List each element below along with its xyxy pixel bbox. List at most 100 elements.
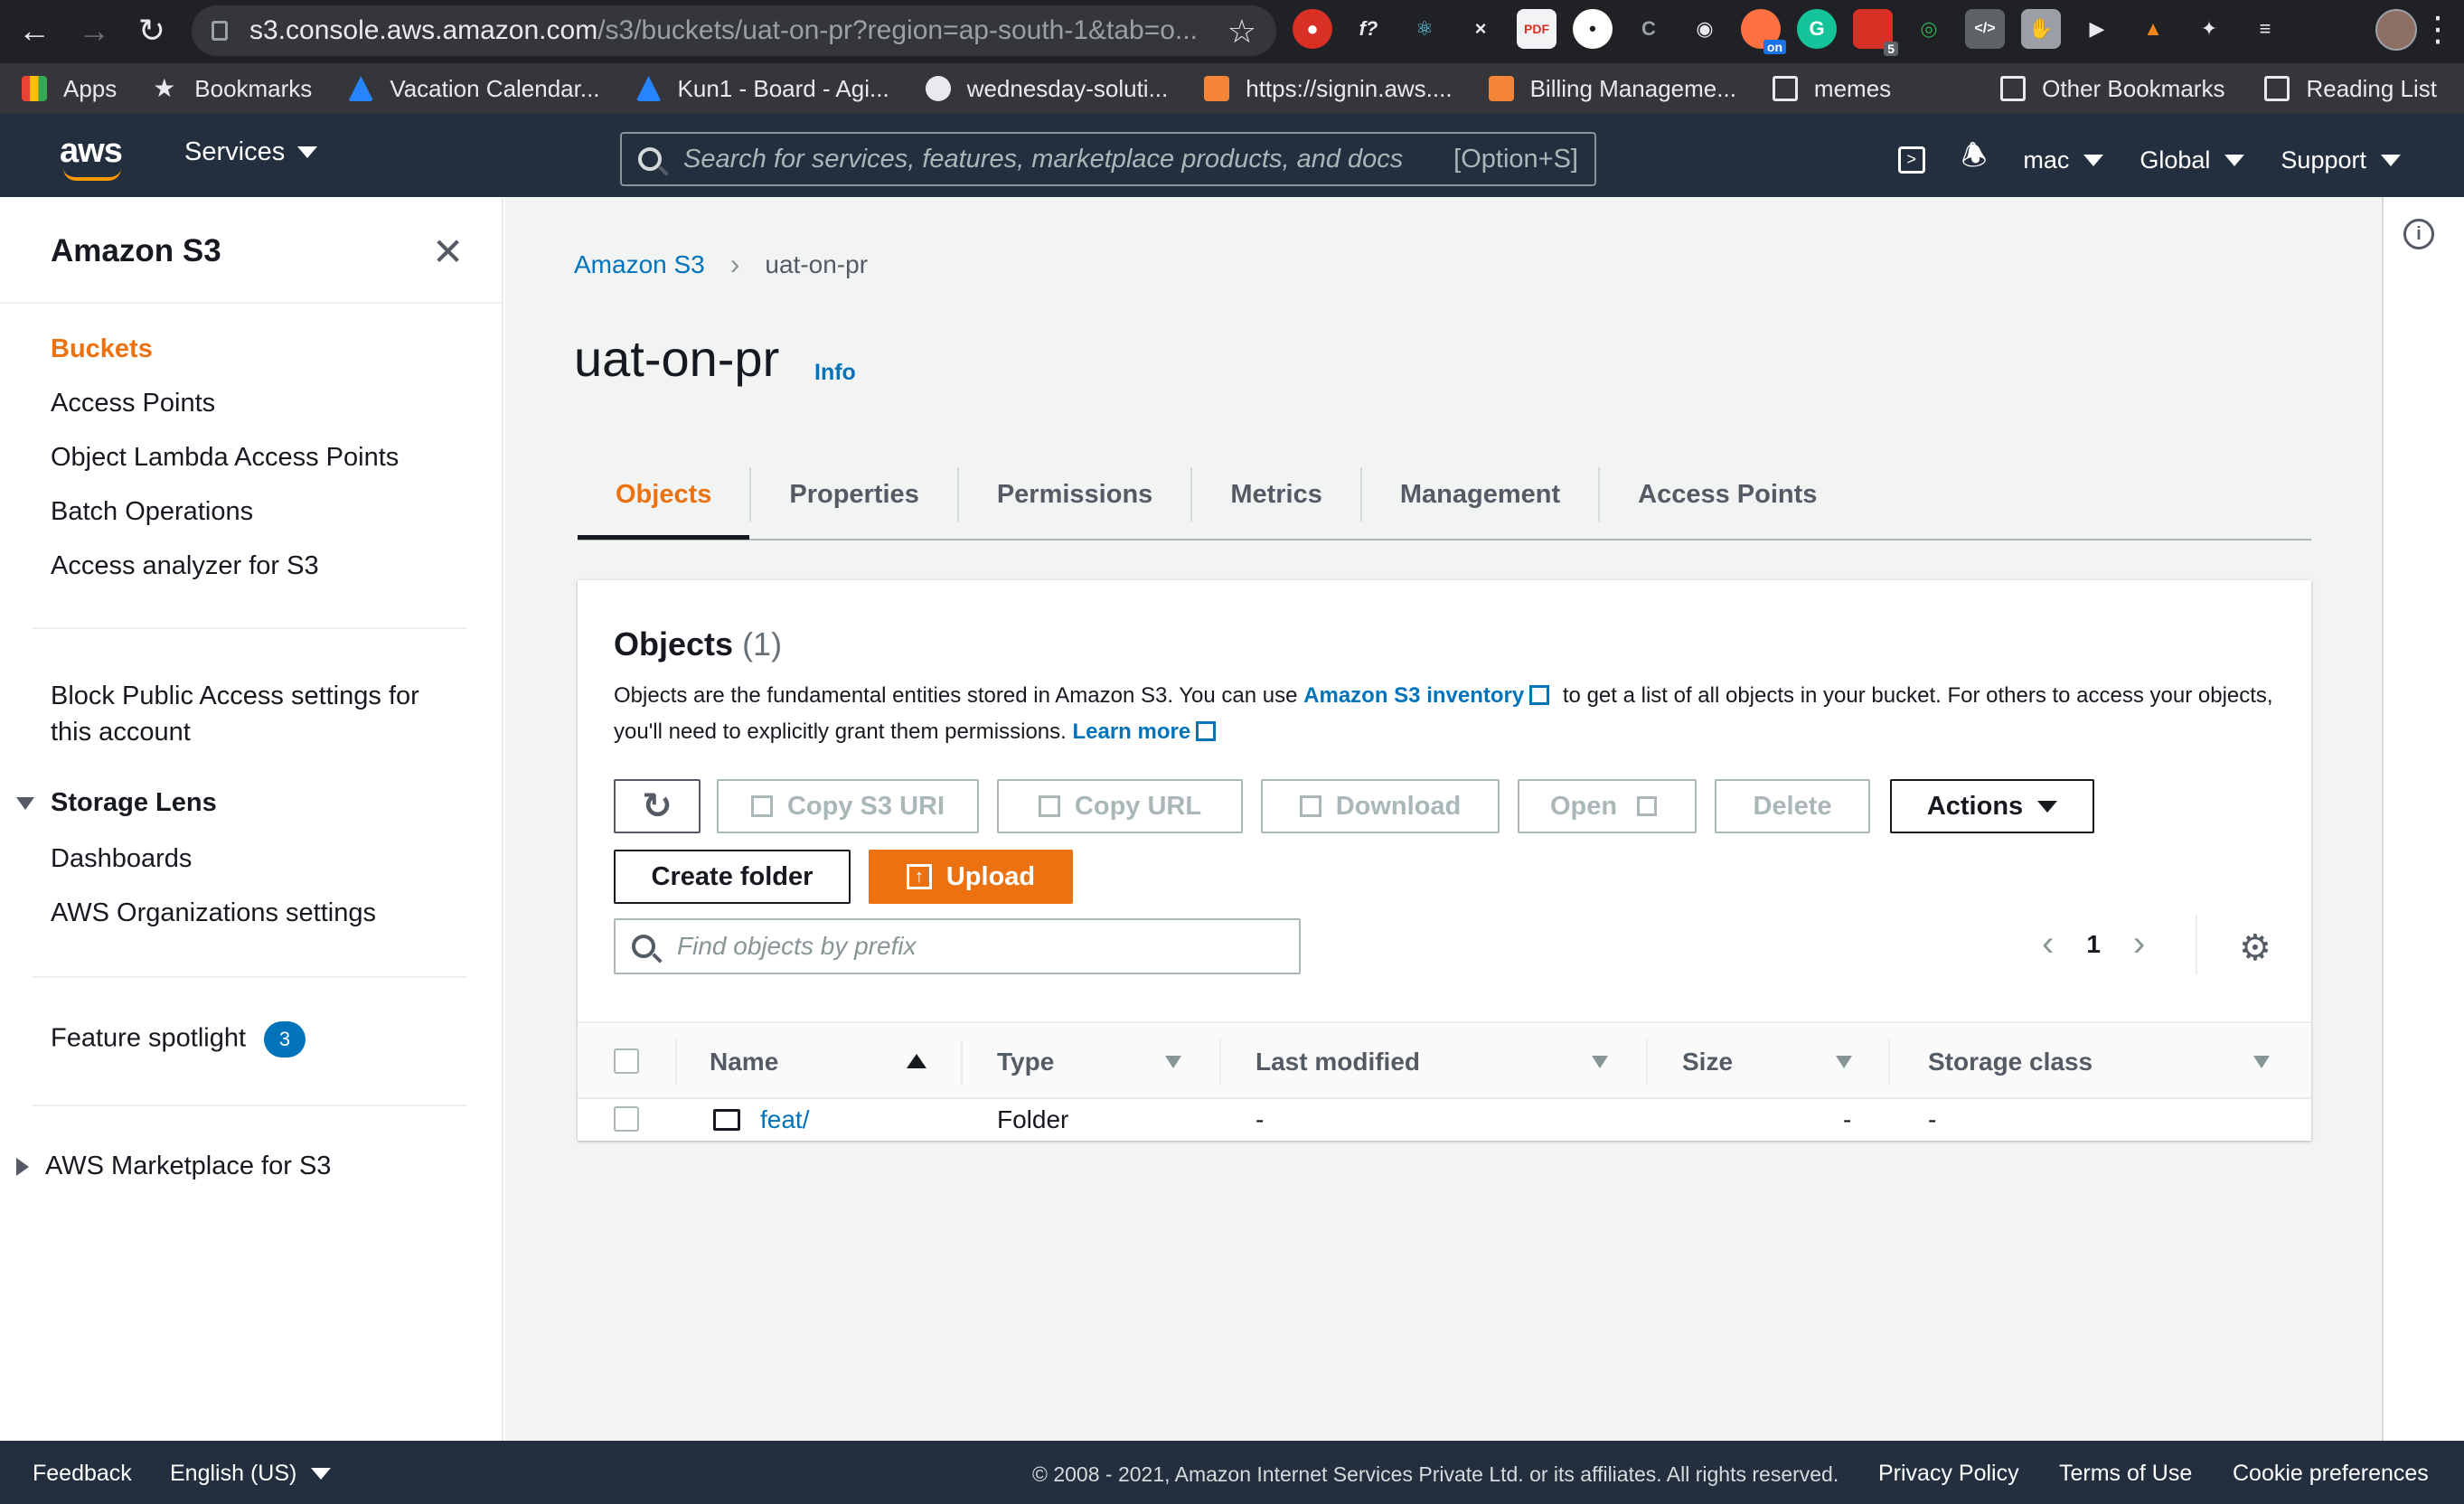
page-number[interactable]: 1 xyxy=(2086,930,2101,959)
bookmark-star-icon[interactable]: ☆ xyxy=(1227,13,1256,51)
sort-icon[interactable] xyxy=(1836,1056,1852,1068)
tab-properties[interactable]: Properties xyxy=(749,467,956,522)
extension-on-icon[interactable]: on xyxy=(1741,9,1786,54)
language-selector[interactable]: English (US) xyxy=(170,1461,332,1487)
copy-url-button[interactable]: Copy URL xyxy=(997,779,1243,833)
sidebar-item-dashboards[interactable]: Dashboards xyxy=(51,844,192,874)
create-folder-button[interactable]: Create folder xyxy=(614,850,851,904)
copy-s3-uri-button[interactable]: Copy S3 URI xyxy=(717,779,979,833)
terms-of-use-link[interactable]: Terms of Use xyxy=(2059,1461,2192,1487)
reload-icon[interactable]: ↻ xyxy=(125,4,179,58)
sidebar-item-block-public-access[interactable]: Block Public Access settings for this ac… xyxy=(51,678,419,750)
bookmark-reading-list[interactable]: Reading List xyxy=(2264,75,2437,103)
privacy-policy-link[interactable]: Privacy Policy xyxy=(1878,1461,2019,1487)
column-storage-class[interactable]: Storage class xyxy=(1928,1023,2093,1101)
extension-code-icon[interactable]: </> xyxy=(1965,9,2005,49)
tab-management[interactable]: Management xyxy=(1359,467,1598,522)
column-size[interactable]: Size xyxy=(1682,1023,1733,1101)
extension-formula-icon[interactable]: f? xyxy=(1349,9,1388,49)
notifications-bell-icon[interactable]: 🕭 xyxy=(1961,136,1988,184)
info-link[interactable]: Info xyxy=(814,360,856,386)
back-icon[interactable]: ← xyxy=(7,4,61,58)
address-bar[interactable]: s3.console.aws.amazon.com/s3/buckets/uat… xyxy=(192,5,1276,56)
extension-metamask-icon[interactable]: ▲ xyxy=(2133,9,2173,49)
sort-ascending-icon[interactable] xyxy=(907,1054,926,1068)
info-icon[interactable]: i xyxy=(2403,219,2434,249)
download-button[interactable]: Download xyxy=(1261,779,1500,833)
chevron-right-icon[interactable]: › xyxy=(2133,924,2145,964)
extension-grammarly-icon[interactable]: G xyxy=(1797,9,1837,49)
table-row[interactable]: feat/ Folder - - - xyxy=(578,1099,2311,1141)
bookmark-memes[interactable]: memes xyxy=(1772,75,1891,103)
extension-pdf-icon[interactable]: PDF xyxy=(1517,9,1556,49)
sidebar-section-marketplace[interactable]: AWS Marketplace for S3 xyxy=(16,1152,331,1181)
extension-c-icon[interactable]: C xyxy=(1629,9,1669,49)
extension-react-icon[interactable]: ⚛ xyxy=(1405,9,1444,49)
open-button[interactable]: Open xyxy=(1518,779,1697,833)
browser-menu-icon[interactable]: ⋮ xyxy=(2421,7,2455,52)
column-name[interactable]: Name xyxy=(710,1023,778,1101)
upload-button[interactable]: ↑ Upload xyxy=(869,850,1073,904)
aws-logo[interactable]: aws xyxy=(60,132,123,171)
breadcrumb-amazon-s3[interactable]: Amazon S3 xyxy=(574,250,705,279)
close-icon[interactable]: ✕ xyxy=(432,230,464,274)
account-menu[interactable]: mac xyxy=(2023,146,2104,174)
services-menu[interactable]: Services xyxy=(184,137,318,167)
sidebar-item-batch-operations[interactable]: Batch Operations xyxy=(51,497,253,527)
tab-permissions[interactable]: Permissions xyxy=(956,467,1190,522)
forward-icon[interactable]: → xyxy=(67,4,121,58)
extension-incognito-icon[interactable]: ◉ xyxy=(1685,9,1725,49)
gear-icon[interactable]: ⚙ xyxy=(2239,927,2271,969)
extensions-puzzle-icon[interactable]: ✦ xyxy=(2189,9,2229,49)
tab-metrics[interactable]: Metrics xyxy=(1190,467,1360,522)
cloudshell-icon[interactable]: > xyxy=(1897,146,1925,174)
extension-x-icon[interactable]: × xyxy=(1461,9,1500,49)
extension-target-icon[interactable]: ◎ xyxy=(1909,9,1949,49)
extension-red-icon[interactable]: ● xyxy=(1293,9,1332,49)
feedback-link[interactable]: Feedback xyxy=(33,1461,132,1487)
region-menu[interactable]: Global xyxy=(2140,146,2245,174)
row-checkbox[interactable] xyxy=(614,1106,639,1132)
console-search-input[interactable]: Search for services, features, marketpla… xyxy=(620,132,1596,186)
column-type[interactable]: Type xyxy=(997,1023,1054,1101)
bookmark-other[interactable]: Other Bookmarks xyxy=(2000,75,2224,103)
column-last-modified[interactable]: Last modified xyxy=(1256,1023,1420,1101)
sort-icon[interactable] xyxy=(2253,1056,2270,1068)
sort-icon[interactable] xyxy=(1165,1056,1181,1068)
object-name-link[interactable]: feat/ xyxy=(760,1099,809,1141)
sidebar-item-object-lambda[interactable]: Object Lambda Access Points xyxy=(51,443,399,473)
s3-inventory-link[interactable]: Amazon S3 inventory xyxy=(1303,683,1524,708)
extension-play-icon[interactable]: ▶ xyxy=(2077,9,2117,49)
actions-dropdown[interactable]: Actions xyxy=(1890,779,2094,833)
extension-calendar-icon[interactable]: 5 xyxy=(1853,9,1898,56)
delete-button[interactable]: Delete xyxy=(1715,779,1870,833)
sidebar-title[interactable]: Amazon S3 xyxy=(51,233,221,269)
sidebar-item-access-analyzer[interactable]: Access analyzer for S3 xyxy=(51,551,319,581)
find-objects-input[interactable]: Find objects by prefix xyxy=(614,918,1301,974)
sidebar-section-storage-lens[interactable]: Storage Lens xyxy=(16,788,217,818)
extension-hand-icon[interactable]: ✋ xyxy=(2021,9,2061,49)
sidebar-item-aws-organizations[interactable]: AWS Organizations settings xyxy=(51,898,376,928)
support-menu[interactable]: Support xyxy=(2281,146,2401,174)
bookmark-signin[interactable]: https://signin.aws.... xyxy=(1204,75,1453,103)
tab-access-points[interactable]: Access Points xyxy=(1598,467,1855,522)
bookmark-billing[interactable]: Billing Manageme... xyxy=(1488,75,1736,103)
tab-objects[interactable]: Objects xyxy=(578,467,750,540)
cookie-preferences-link[interactable]: Cookie preferences xyxy=(2233,1461,2429,1487)
sidebar-item-access-points[interactable]: Access Points xyxy=(51,389,215,418)
sort-icon[interactable] xyxy=(1592,1056,1608,1068)
select-all-checkbox[interactable] xyxy=(614,1048,639,1074)
bookmark-wednesday[interactable]: wednesday-soluti... xyxy=(925,75,1168,103)
refresh-button[interactable]: ↻ xyxy=(614,779,701,833)
profile-avatar[interactable] xyxy=(2375,9,2417,51)
chevron-left-icon[interactable]: ‹ xyxy=(2042,924,2054,964)
bookmark-kun1[interactable]: Kun1 - Board - Agi... xyxy=(635,75,889,103)
sidebar-item-feature-spotlight[interactable]: Feature spotlight 3 xyxy=(51,1021,306,1058)
learn-more-link[interactable]: Learn more xyxy=(1072,719,1190,744)
bookmark-apps[interactable]: Apps xyxy=(22,75,117,103)
reading-queue-icon[interactable]: ≡ xyxy=(2245,9,2285,49)
sidebar-item-buckets[interactable]: Buckets xyxy=(51,334,153,364)
extension-circle-icon[interactable]: • xyxy=(1573,9,1613,49)
bookmark-vacation[interactable]: Vacation Calendar... xyxy=(348,75,600,103)
bookmark-bookmarks[interactable]: ★ Bookmarks xyxy=(153,75,312,103)
